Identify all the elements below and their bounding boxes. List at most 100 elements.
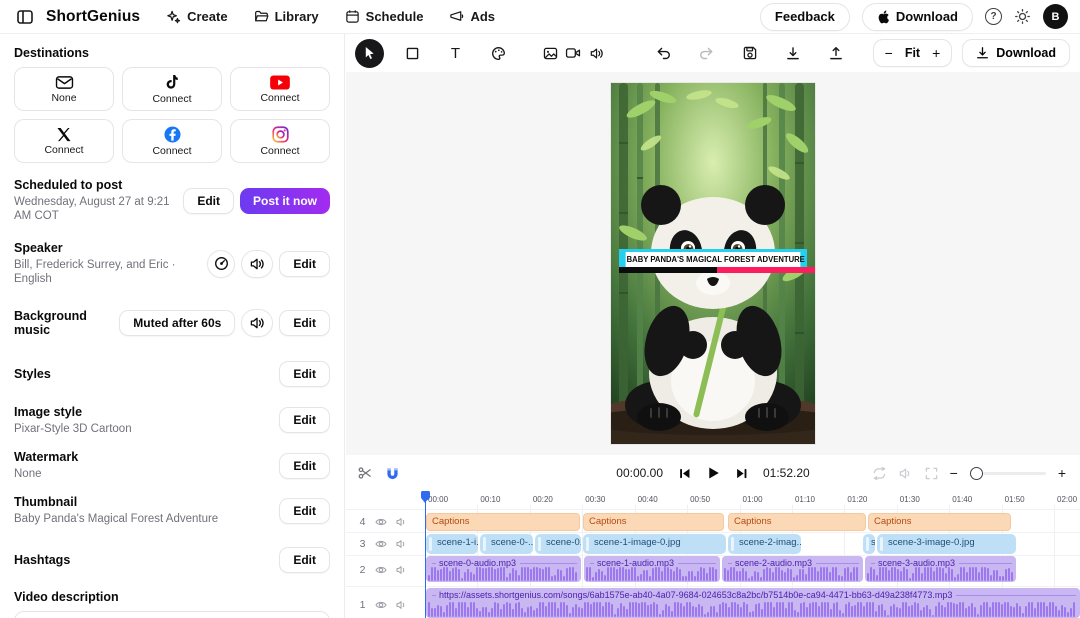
watermark-edit-button[interactable]: Edit	[279, 453, 330, 479]
caption-clip[interactable]: Captions	[868, 513, 1011, 531]
add-audio-button[interactable]	[585, 39, 609, 68]
editor-toolbar: T	[346, 34, 1080, 72]
export-download-icon-button[interactable]	[778, 39, 807, 68]
speaker-speed-button[interactable]	[207, 250, 235, 278]
audio-clip[interactable]: scene-3-audio.mp3	[865, 556, 1016, 582]
styles-edit-button[interactable]: Edit	[279, 361, 330, 387]
feedback-button[interactable]: Feedback	[760, 3, 850, 31]
square-icon	[406, 47, 419, 60]
nav-item-library[interactable]: Library	[254, 9, 319, 24]
caption-clip[interactable]: Captions	[426, 513, 580, 531]
undo-button[interactable]	[649, 39, 678, 68]
fullscreen-icon[interactable]	[925, 467, 938, 480]
track-volume-icon[interactable]	[396, 517, 407, 527]
snap-magnet-button[interactable]	[386, 467, 399, 480]
zoom-slider-knob[interactable]	[970, 467, 983, 480]
caption-clip[interactable]: Captions	[728, 513, 866, 531]
scheduled-value: Wednesday, August 27 at 9:21 AM COT	[14, 195, 183, 224]
ruler-tick-label: 01:40	[952, 495, 972, 504]
download-video-button[interactable]: Download	[962, 39, 1070, 67]
select-tool-button[interactable]	[355, 39, 384, 68]
draw-tool-button[interactable]	[484, 39, 513, 68]
user-avatar[interactable]: B	[1043, 4, 1068, 29]
help-icon[interactable]: ?	[985, 8, 1002, 25]
theme-sun-icon[interactable]	[1014, 8, 1031, 25]
eye-icon[interactable]	[375, 565, 387, 575]
scheduled-edit-button[interactable]: Edit	[183, 188, 234, 214]
eye-icon[interactable]	[375, 517, 387, 527]
speaker-volume-button[interactable]	[241, 250, 273, 278]
track-volume-icon[interactable]	[396, 565, 407, 575]
share-upload-button[interactable]	[821, 39, 850, 68]
hashtags-edit-button[interactable]: Edit	[279, 547, 330, 573]
palette-icon	[491, 46, 506, 61]
video-description-input[interactable]: Follow an adorable baby panda on an unfo…	[14, 611, 330, 618]
destination-tiktok[interactable]: Connect	[122, 67, 222, 111]
timeline-zoom-out-button[interactable]: −	[950, 465, 958, 481]
skip-end-button[interactable]	[735, 467, 748, 480]
folder-icon	[254, 9, 269, 24]
caption-banner-red-bar	[717, 267, 815, 273]
audio-clip[interactable]: scene-1-audio.mp3	[584, 556, 720, 582]
image-clip[interactable]: scene-1-image-0.jpg	[583, 534, 726, 554]
video-preview[interactable]: BABY PANDA'S MAGICAL FOREST ADVENTURE	[611, 83, 815, 444]
image-clip[interactable]: scene-0...	[535, 534, 581, 554]
destination-facebook[interactable]: Connect	[122, 119, 222, 163]
speaker-edit-button[interactable]: Edit	[279, 251, 330, 277]
text-tool-button[interactable]: T	[441, 39, 470, 68]
image-style-edit-button[interactable]: Edit	[279, 407, 330, 433]
timeline-zoom-in-button[interactable]: +	[1058, 465, 1066, 481]
skip-start-button[interactable]	[678, 467, 691, 480]
ruler-tick-label: 02:00	[1057, 495, 1077, 504]
audio-clip[interactable]: scene-0-audio.mp3	[426, 556, 581, 582]
eye-icon[interactable]	[375, 539, 387, 549]
frame-tool-button[interactable]	[398, 39, 427, 68]
save-button[interactable]	[735, 39, 764, 68]
destination-youtube[interactable]: Connect	[230, 67, 330, 111]
fit-button[interactable]: Fit	[905, 46, 920, 60]
image-style-section: Image style Pixar-Style 3D Cartoon Edit	[14, 405, 330, 436]
music-clip[interactable]: https://assets.shortgenius.com/songs/6ab…	[426, 588, 1080, 618]
loop-icon[interactable]	[872, 467, 887, 480]
split-scissors-button[interactable]	[358, 466, 372, 480]
destination-x[interactable]: Connect	[14, 119, 114, 163]
music-volume-button[interactable]	[241, 309, 273, 337]
volume-icon	[250, 257, 265, 271]
caption-banner[interactable]: BABY PANDA'S MAGICAL FOREST ADVENTURE	[619, 249, 807, 267]
image-clip[interactable]: s	[863, 534, 875, 554]
track-volume-icon[interactable]	[396, 600, 407, 610]
nav-item-create[interactable]: Create	[166, 9, 227, 24]
add-video-button[interactable]	[561, 39, 585, 68]
ruler-tick-label: 01:10	[795, 495, 815, 504]
music-muted-button[interactable]: Muted after 60s	[119, 310, 235, 336]
caption-clip[interactable]: Captions	[583, 513, 724, 531]
image-clip[interactable]: scene-0-...	[480, 534, 533, 554]
image-clip[interactable]: scene-2-imag...	[728, 534, 801, 554]
timeline-zoom-slider[interactable]	[970, 467, 1046, 480]
destination-instagram[interactable]: Connect	[230, 119, 330, 163]
zoom-out-button[interactable]: −	[885, 45, 893, 61]
redo-button[interactable]	[692, 39, 721, 68]
nav-item-schedule[interactable]: Schedule	[345, 9, 424, 24]
destination-email[interactable]: None	[14, 67, 114, 111]
playhead-handle[interactable]	[421, 491, 430, 500]
sidebar-toggle-icon[interactable]	[12, 4, 38, 30]
image-clip[interactable]: scene-1-i...	[426, 534, 478, 554]
audio-waveform	[428, 567, 579, 581]
add-image-button[interactable]	[539, 39, 561, 68]
music-edit-button[interactable]: Edit	[279, 310, 330, 336]
play-button[interactable]	[706, 466, 720, 480]
image-clip[interactable]: scene-3-image-0.jpg	[877, 534, 1016, 554]
caption-banner-frame: BABY PANDA'S MAGICAL FOREST ADVENTURE	[619, 249, 807, 267]
audio-clip[interactable]: scene-2-audio.mp3	[722, 556, 863, 582]
mute-volume-icon[interactable]	[899, 467, 913, 480]
nav-item-ads[interactable]: Ads	[449, 9, 495, 24]
app-download-button[interactable]: Download	[862, 3, 973, 31]
zoom-in-button[interactable]: +	[932, 45, 940, 61]
thumbnail-edit-button[interactable]: Edit	[279, 498, 330, 524]
redo-icon	[699, 46, 714, 60]
track-volume-icon[interactable]	[396, 539, 407, 549]
styles-label: Styles	[14, 367, 279, 381]
eye-icon[interactable]	[375, 600, 387, 610]
post-it-now-button[interactable]: Post it now	[240, 188, 330, 214]
